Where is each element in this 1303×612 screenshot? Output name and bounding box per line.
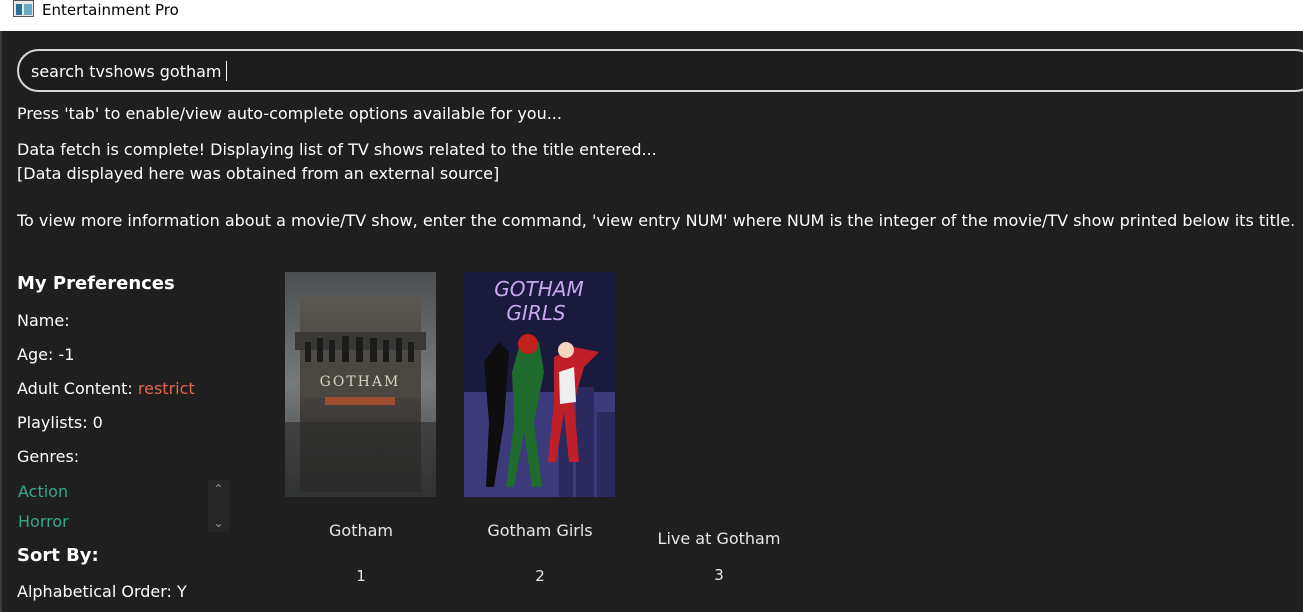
poster-gotham-girls[interactable]: GOTHAM GIRLS — [464, 272, 615, 497]
pref-adult-content: Adult Content: restrict — [17, 379, 195, 398]
app-icon — [13, 0, 34, 17]
genre-item-horror[interactable]: Horror — [18, 512, 69, 531]
fetch-complete-message: Data fetch is complete! Displaying list … — [17, 140, 657, 159]
poster-gotham-girls-wordmark-2: GIRLS — [506, 301, 565, 325]
command-input-text[interactable]: search tvshows gotham — [31, 61, 227, 81]
instructions-message: To view more information about a movie/T… — [17, 211, 1296, 230]
scroll-down-icon[interactable]: ⌄ — [208, 514, 229, 532]
pref-adult-label: Adult Content: — [17, 379, 133, 398]
window-title: Entertainment Pro — [42, 1, 179, 19]
sort-alphabetical: Alphabetical Order: Y — [17, 582, 187, 601]
result-number-1: 1 — [356, 567, 366, 585]
pref-adult-value: restrict — [137, 379, 195, 398]
text-caret — [225, 61, 227, 81]
pref-genres-label: Genres: — [17, 447, 80, 466]
preferences-heading: My Preferences — [17, 273, 175, 294]
pref-age: Age: -1 — [17, 345, 75, 364]
tab-hint-message: Press 'tab' to enable/view auto-complete… — [17, 104, 562, 123]
command-input[interactable]: search tvshows gotham — [17, 49, 1303, 92]
poster-gotham-wordmark: GOTHAM — [320, 374, 401, 390]
result-title-1[interactable]: Gotham — [271, 521, 451, 540]
pref-playlists: Playlists: 0 — [17, 413, 103, 432]
result-number-2: 2 — [535, 567, 545, 585]
poster-gotham[interactable]: GOTHAM — [285, 272, 436, 497]
genre-item-action[interactable]: Action — [18, 482, 68, 501]
poster-gotham-girls-wordmark-1: GOTHAM — [494, 277, 583, 301]
poster-gotham-girls-image: GOTHAM GIRLS — [464, 272, 615, 497]
window-edge — [0, 31, 2, 612]
genre-list-scrollbar[interactable]: ⌃ ⌄ — [208, 480, 229, 532]
result-title-2[interactable]: Gotham Girls — [450, 521, 630, 540]
result-number-3: 3 — [714, 566, 724, 584]
pref-name: Name: — [17, 311, 70, 330]
source-note-message: [Data displayed here was obtained from a… — [17, 164, 500, 183]
sort-by-heading: Sort By: — [17, 545, 99, 566]
poster-gotham-image: GOTHAM — [285, 272, 436, 497]
window-titlebar: Entertainment Pro — [0, 0, 1303, 31]
scroll-up-icon[interactable]: ⌃ — [208, 480, 229, 498]
result-title-3[interactable]: Live at Gotham — [629, 529, 809, 548]
